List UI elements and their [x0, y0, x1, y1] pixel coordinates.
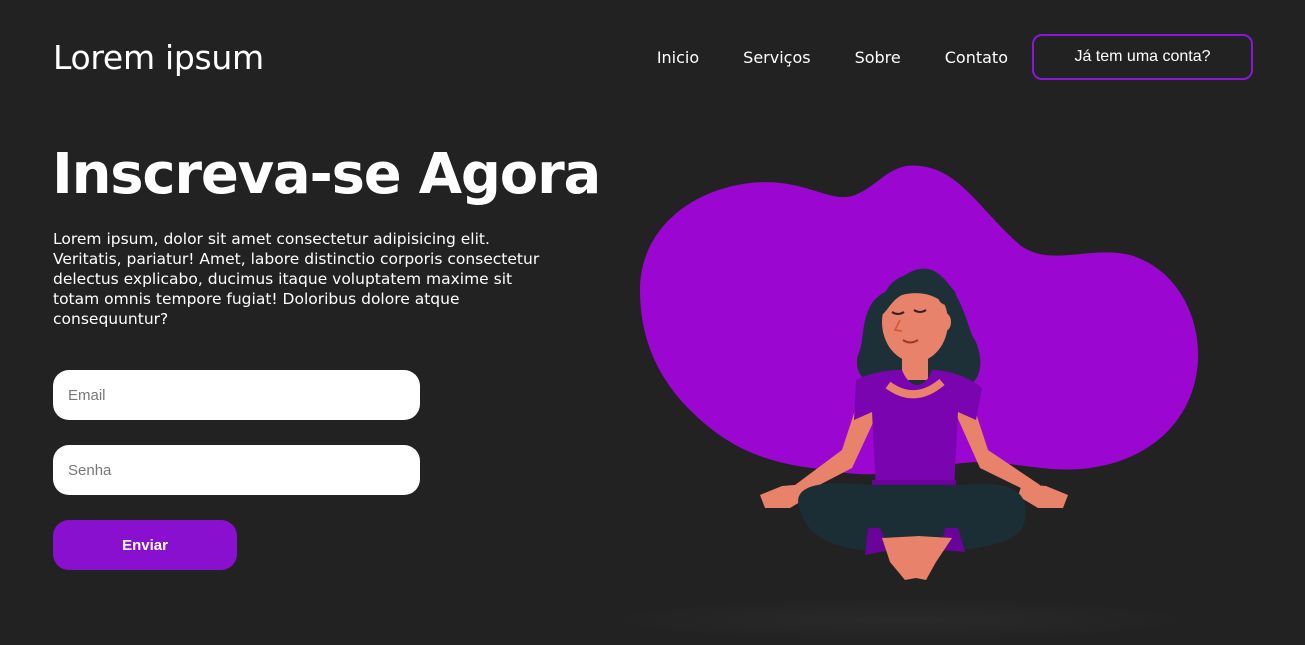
nav-link-sobre[interactable]: Sobre	[855, 48, 901, 67]
page-title: Inscreva-se Agora	[52, 142, 601, 207]
nav-link-inicio[interactable]: Inicio	[657, 48, 699, 67]
meditating-woman-illustration	[620, 165, 1200, 642]
ground-shadow	[620, 598, 1200, 642]
ear	[939, 313, 951, 331]
landing-page: Lorem ipsum Inicio Serviços Sobre Contat…	[0, 0, 1305, 645]
logo[interactable]: Lorem ipsum	[53, 38, 264, 77]
hero-description: Lorem ipsum, dolor sit amet consectetur …	[53, 230, 540, 328]
email-field[interactable]	[53, 370, 420, 420]
account-login-button[interactable]: Já tem uma conta?	[1032, 34, 1253, 80]
submit-button[interactable]: Enviar	[53, 520, 237, 570]
main-nav: Inicio Serviços Sobre Contato Já tem uma…	[657, 34, 1253, 80]
nav-link-servicos[interactable]: Serviços	[743, 48, 810, 67]
password-field[interactable]	[53, 445, 420, 495]
nav-link-contato[interactable]: Contato	[945, 48, 1008, 67]
feet	[882, 536, 952, 580]
right-hand	[1018, 484, 1068, 508]
hair-bun	[938, 287, 956, 305]
